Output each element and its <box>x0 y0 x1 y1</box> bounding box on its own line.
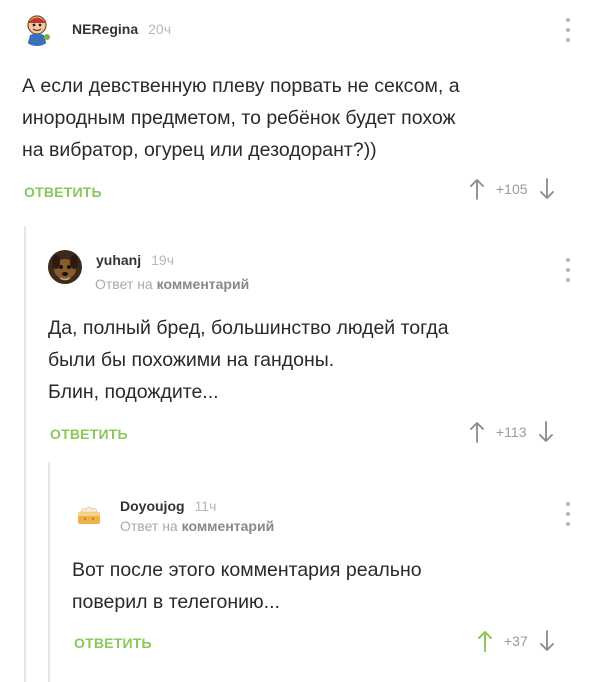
vote-controls: +105 <box>470 178 554 200</box>
reply-to-line: Ответ на комментарий <box>95 276 249 292</box>
comment-text-line: А если девственную плеву порвать не секс… <box>22 75 460 97</box>
comment-text-line: Блин, подождите... <box>48 381 219 403</box>
reply-to-label: Ответ на <box>95 276 153 292</box>
rating-count: +105 <box>496 181 528 197</box>
downvote-arrow-icon[interactable] <box>539 178 554 200</box>
thread-line-level-2 <box>48 462 50 682</box>
comment-text-line: были бы похожими на гандоны. <box>48 349 335 371</box>
comment-text: А если девственную плеву порвать не секс… <box>22 70 460 166</box>
reply-to-link[interactable]: комментарий <box>182 518 275 534</box>
comment-header: NERegina 20ч <box>20 12 171 46</box>
upvote-arrow-icon[interactable] <box>470 421 484 443</box>
upvote-arrow-icon[interactable] <box>478 630 492 652</box>
more-options-icon[interactable] <box>563 502 573 526</box>
reply-button[interactable]: ОТВЕТИТЬ <box>24 184 102 200</box>
comment-text: Да, полный бред, большинство людей тогда… <box>48 312 449 408</box>
comment-text-line: Да, полный бред, большинство людей тогда <box>48 317 449 339</box>
comment-text: Вот после этого комментария реально пове… <box>72 554 422 618</box>
cartoon-avatar-icon[interactable] <box>20 12 54 46</box>
upvote-arrow-icon[interactable] <box>470 178 484 200</box>
timestamp: 19ч <box>151 252 174 268</box>
reply-to-line: Ответ на комментарий <box>120 518 274 534</box>
reply-button[interactable]: ОТВЕТИТЬ <box>74 635 152 651</box>
reply-to-link[interactable]: комментарий <box>157 276 250 292</box>
more-options-icon[interactable] <box>563 258 573 282</box>
vote-controls: +113 <box>470 421 553 443</box>
thread-line-level-1 <box>24 226 26 682</box>
downvote-arrow-icon[interactable] <box>538 421 553 443</box>
reply-button[interactable]: ОТВЕТИТЬ <box>50 426 128 442</box>
more-options-icon[interactable] <box>563 18 573 42</box>
dog-avatar-icon[interactable] <box>48 250 82 284</box>
timestamp: 20ч <box>148 21 171 37</box>
rating-count: +37 <box>504 633 528 649</box>
comment-text-line: инородным предметом, то ребёнок будет по… <box>22 107 456 129</box>
downvote-arrow-icon[interactable] <box>539 630 554 652</box>
reply-to-label: Ответ на <box>120 518 178 534</box>
comment-text-line: Вот после этого комментария реально <box>72 559 422 581</box>
username[interactable]: Doyoujog <box>120 498 185 514</box>
timestamp: 11ч <box>194 498 217 514</box>
comment-text-line: поверил в телегонию... <box>72 591 280 613</box>
rating-count: +113 <box>496 424 527 440</box>
username[interactable]: yuhanj <box>96 252 141 268</box>
username[interactable]: NERegina <box>72 21 138 37</box>
vote-controls: +37 <box>478 630 554 652</box>
comment-text-line: на вибратор, огурец или дезодорант?)) <box>22 139 377 161</box>
cake-avatar-icon[interactable] <box>72 496 106 530</box>
